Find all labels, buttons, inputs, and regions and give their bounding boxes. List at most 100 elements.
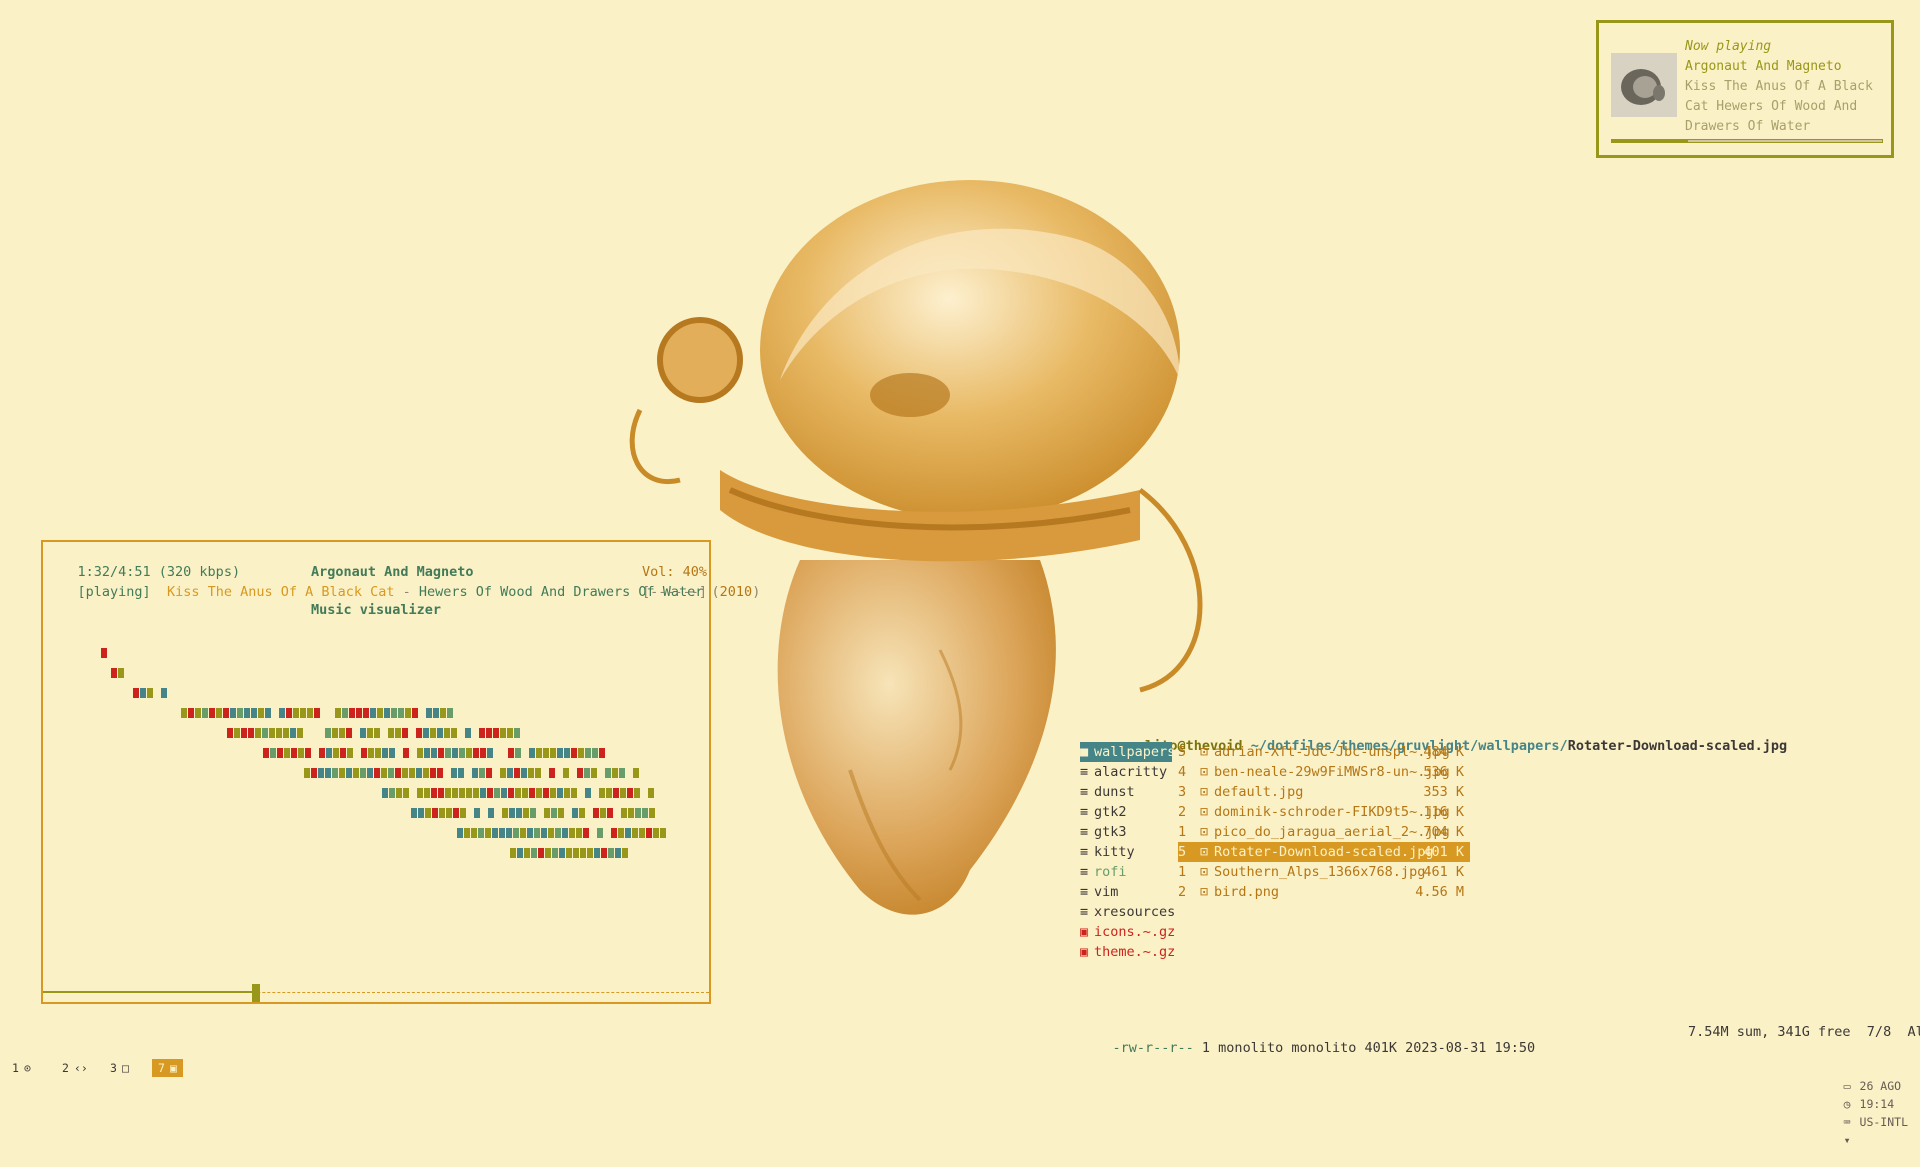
visualizer-bar [508, 748, 514, 758]
workspace-3[interactable]: 3 □ [104, 1059, 135, 1077]
visualizer-bar [585, 788, 591, 798]
visualizer-bar [325, 768, 331, 778]
file-count: 1 [1178, 864, 1187, 880]
keyboard-layout: US-INTL [1859, 1115, 1908, 1129]
parent-item[interactable]: ▣ theme.~.gz [1080, 942, 1175, 962]
visualizer-bar [161, 688, 167, 698]
file-row[interactable]: 5 ⊡ Rotater-Download-scaled.jpg 401 K [1178, 842, 1470, 862]
visualizer-bar [597, 828, 603, 838]
workspace-number: 1 [12, 1061, 19, 1075]
parent-item-name: kitty [1094, 844, 1135, 860]
visualizer-bar [524, 848, 530, 858]
file-count: 5 [1178, 844, 1187, 860]
visualizer-bar [346, 728, 352, 738]
visualizer-bar [409, 768, 415, 778]
visualizer-bar [515, 788, 521, 798]
parent-item[interactable]: ≡ dunst [1080, 782, 1172, 802]
visualizer-bar [529, 748, 535, 758]
visualizer-bar [536, 748, 542, 758]
file-row[interactable]: 5 ⊡ adrian-Xft-JdC-Jbc-unspl~.jpg 484 K [1178, 742, 1470, 762]
visualizer-bar [579, 808, 585, 818]
track-artist: Kiss The Anus Of A Black Cat [166, 584, 395, 600]
visualizer-bar [509, 808, 515, 818]
file-row[interactable]: 4 ⊡ ben-neale-29w9FiMWSr8-un~.jpg 536 K [1178, 762, 1470, 782]
visualizer-bar [619, 768, 625, 778]
parent-item[interactable]: ≡ alacritty [1080, 762, 1172, 782]
visualizer-bar [395, 768, 401, 778]
visualizer-bar [557, 748, 563, 758]
file-row[interactable]: 3 ⊡ default.jpg 353 K [1178, 782, 1470, 802]
progress-knob[interactable] [252, 984, 260, 1002]
now-playing-notification[interactable]: Now playing Argonaut And Magneto Kiss Th… [1596, 20, 1894, 158]
file-count: 2 [1178, 804, 1187, 820]
visualizer-bar [514, 768, 520, 778]
visualizer-bar [425, 808, 431, 818]
parent-item[interactable]: ≡ gtk2 [1080, 802, 1172, 822]
visualizer-bar [325, 728, 331, 738]
file-count: 3 [1178, 784, 1187, 800]
visualizer-bar [332, 768, 338, 778]
file-row[interactable]: 1 ⊡ Southern_Alps_1366x768.jpg 461 K [1178, 862, 1470, 882]
calendar-icon: ▭ [1843, 1079, 1851, 1093]
visualizer-bar [527, 828, 533, 838]
visualizer-bar [639, 828, 645, 838]
visualizer-bar [563, 768, 569, 778]
parent-item[interactable]: ≡ gtk3 [1080, 822, 1172, 842]
notification-heading: Now playing [1685, 39, 1772, 54]
visualizer-bar [396, 788, 402, 798]
parent-item[interactable]: ≡ xresources [1080, 902, 1175, 922]
visualizer-bar [388, 728, 394, 738]
visualizer-bar [451, 768, 457, 778]
parent-item[interactable]: ≡ rofi [1080, 862, 1172, 882]
current-file: Rotater-Download-scaled.jpg [1567, 738, 1788, 754]
visualizer-bar [552, 848, 558, 858]
visualizer-bar [290, 728, 296, 738]
workspace-2[interactable]: 2 ‹› [56, 1059, 94, 1077]
file-row[interactable]: 1 ⊡ pico_do_jaragua_aerial_2~.jpg 704 K [1178, 822, 1470, 842]
visualizer-bar [446, 808, 452, 818]
visualizer-bar [529, 788, 535, 798]
visualizer-bar [513, 828, 519, 838]
visualizer-bar [426, 708, 432, 718]
visualizer-bar [502, 808, 508, 818]
visualizer-bar [571, 788, 577, 798]
visualizer-bar [593, 808, 599, 818]
player-state: [playing] [77, 584, 151, 600]
visualizer-bar [230, 708, 236, 718]
file-row[interactable]: 2 ⊡ bird.png 4.56 M [1178, 882, 1470, 902]
visualizer-bar [646, 828, 652, 838]
visualizer-bar [550, 788, 556, 798]
parent-item[interactable]: ≡ vim [1080, 882, 1172, 902]
keyboard-icon: ⌨ [1843, 1115, 1851, 1129]
visualizer-bar [516, 808, 522, 818]
visualizer-bar [195, 708, 201, 718]
visualizer-bar [118, 668, 124, 678]
visualizer-bar [258, 708, 264, 718]
folder-icon: ≡ [1080, 784, 1089, 800]
file-row[interactable]: 2 ⊡ dominik-schroder-FIKD9t5~.jpg 116 K [1178, 802, 1470, 822]
visualizer-bar [403, 788, 409, 798]
file-size: 353 K [1423, 784, 1464, 800]
visualizer-bar [569, 828, 575, 838]
file-name: bird.png [1214, 884, 1280, 900]
parent-item-name: vim [1094, 884, 1119, 900]
workspace-1[interactable]: 1 ⊙ [6, 1059, 37, 1077]
visualizer-bar [627, 788, 633, 798]
visualizer-bar [464, 828, 470, 838]
visualizer-bar [389, 748, 395, 758]
visualizer-bar [523, 808, 529, 818]
parent-item[interactable]: ≡ kitty [1080, 842, 1172, 862]
visualizer-bar [339, 728, 345, 738]
visualizer-bar [613, 788, 619, 798]
parent-item[interactable]: ▣ icons.~.gz [1080, 922, 1175, 942]
visualizer-bar [444, 728, 450, 738]
workspace-7[interactable]: 7 ▣ [152, 1059, 183, 1077]
image-file-icon: ⊡ [1200, 884, 1209, 900]
visualizer-bar [234, 728, 240, 738]
track-year: 2010 [719, 584, 753, 600]
ranger-file-manager[interactable]: monolito@thevoid ~/dotfiles/themes/gruvl… [1080, 722, 1787, 1056]
ncmpcpp-music-player-window[interactable]: 1:32/4:51 (320 kbps) Argonaut And Magnet… [41, 540, 760, 1004]
visualizer-bar [564, 788, 570, 798]
music-visualizer [101, 648, 666, 858]
parent-item[interactable]: ■ wallpapers [1080, 742, 1175, 762]
